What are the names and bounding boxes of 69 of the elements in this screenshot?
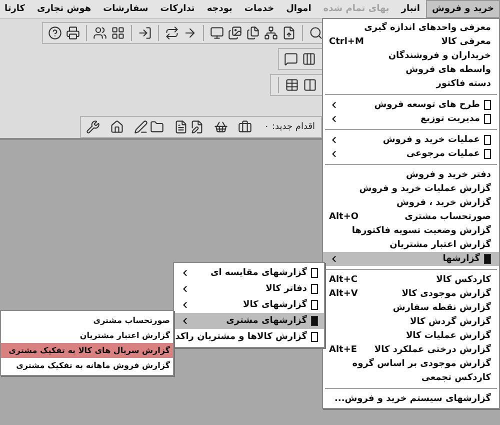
menu-item[interactable]: کاردکس تجمعی bbox=[323, 371, 499, 385]
toolbar-label: اقدام جدید: ٠ bbox=[263, 122, 316, 132]
menu-item[interactable]: گزارش عملیات کالا bbox=[323, 329, 499, 343]
pages-icon[interactable] bbox=[245, 25, 261, 41]
menu-item[interactable]: خریداران و فروشندگان bbox=[323, 49, 499, 63]
menu-item[interactable]: گزارش کالاها و مشتریان راکد bbox=[174, 329, 324, 345]
table-icon[interactable] bbox=[284, 77, 300, 93]
menu-item[interactable]: دسته فاکتور bbox=[323, 77, 499, 91]
grid-icon[interactable] bbox=[110, 25, 126, 41]
menu-item[interactable]: گزارشهای کالا bbox=[174, 297, 324, 313]
printer-icon[interactable] bbox=[65, 25, 81, 41]
menu-item[interactable]: دفاتر کالا bbox=[174, 281, 324, 297]
wrench-icon[interactable] bbox=[86, 119, 100, 135]
menu-item[interactable]: گزارش خرید ، فروش bbox=[323, 196, 499, 210]
search-icon[interactable] bbox=[308, 25, 324, 41]
shortcut-text: Alt+V bbox=[329, 289, 359, 299]
submenu-icon bbox=[484, 254, 491, 264]
menu-item[interactable]: عملیات خرید و فروش bbox=[323, 133, 499, 147]
menu-bar-item[interactable]: خرید و فروش bbox=[426, 0, 500, 18]
menu-item[interactable]: گزارش سریال های کالا به تفکیک مشتری bbox=[1, 343, 173, 358]
menu-item[interactable]: مدیریت توزیع bbox=[323, 112, 499, 126]
menu-item[interactable]: گزارش اعتبار مشتریان bbox=[1, 328, 173, 343]
menu-item[interactable]: گزارشهای سیستم خرید و فروش... bbox=[323, 392, 499, 406]
menu-item[interactable]: صورتحساب مشتری bbox=[1, 313, 173, 328]
monitor-icon[interactable] bbox=[209, 25, 225, 41]
menu-item[interactable]: گزارش موجودی بر اساس گروه bbox=[323, 357, 499, 371]
shortcut-text: Alt+E bbox=[329, 345, 358, 355]
menu-bar-item[interactable]: اموال bbox=[280, 0, 318, 18]
menu-item[interactable]: گزارش گردش کالا bbox=[323, 315, 499, 329]
shortcut-text: Alt+C bbox=[329, 275, 358, 285]
menu-item[interactable]: گزارش اعتبار مشتریان bbox=[323, 238, 499, 252]
menu-bar-item[interactable]: انبار bbox=[395, 0, 426, 18]
menu-bar-item[interactable]: تدارکات bbox=[154, 0, 201, 18]
columns-icon[interactable] bbox=[301, 51, 317, 67]
menu-item[interactable]: گزارش نقطه سفارش bbox=[323, 301, 499, 315]
menu-item[interactable]: گزارشهای مقایسه ای bbox=[174, 265, 324, 281]
menu-item[interactable]: گزارشها bbox=[323, 252, 499, 266]
menu-item[interactable]: عملیات مرجوعی bbox=[323, 147, 499, 161]
file-upload-icon[interactable] bbox=[281, 25, 297, 41]
people-icon[interactable] bbox=[92, 25, 108, 41]
menu-bar-item[interactable]: کارتا bbox=[0, 0, 31, 18]
menu-bar-item[interactable]: سفارشات bbox=[97, 0, 154, 18]
shortcut-text: Ctrl+M bbox=[329, 37, 365, 47]
folder-icon[interactable] bbox=[150, 119, 164, 135]
pen-icon[interactable] bbox=[134, 119, 148, 135]
menu-bar-item[interactable]: بودجه bbox=[200, 0, 238, 18]
menu-item[interactable]: گزارشهای مشتری bbox=[174, 313, 324, 329]
menu-item[interactable]: دفتر خرید و فروش bbox=[323, 168, 499, 182]
images-icon[interactable] bbox=[227, 25, 243, 41]
menu-bar-item[interactable]: خدمات bbox=[238, 0, 280, 18]
house-icon[interactable] bbox=[110, 119, 124, 135]
shortcut-text: Alt+O bbox=[329, 212, 360, 222]
network-icon[interactable] bbox=[263, 25, 279, 41]
edit-document-icon[interactable] bbox=[190, 119, 204, 135]
menu-item[interactable]: گزارش فروش ماهانه به تفکیک مشتری bbox=[1, 358, 173, 373]
menu-bar-item[interactable]: هوش تجاری bbox=[31, 0, 98, 18]
menu-item[interactable]: گزارش وضعیت تسویه فاکتورها bbox=[323, 224, 499, 238]
menu-item[interactable]: طرح های توسعه فروش bbox=[323, 98, 499, 112]
menu-item[interactable]: واسطه های فروش bbox=[323, 63, 499, 77]
briefcase-icon[interactable] bbox=[238, 119, 252, 135]
repeat-arrows-icon[interactable] bbox=[164, 25, 180, 41]
help-icon[interactable] bbox=[47, 25, 63, 41]
menu-item[interactable]: گزارش عملیات خرید و فروش bbox=[323, 182, 499, 196]
columns-icon[interactable] bbox=[302, 77, 318, 93]
message-icon[interactable] bbox=[283, 51, 299, 67]
login-arrow-icon[interactable] bbox=[137, 25, 153, 41]
document-icon[interactable] bbox=[174, 119, 188, 135]
menu-item[interactable]: معرفی واحدهای اندازه گیری bbox=[323, 21, 499, 35]
basket-icon[interactable] bbox=[214, 119, 228, 135]
